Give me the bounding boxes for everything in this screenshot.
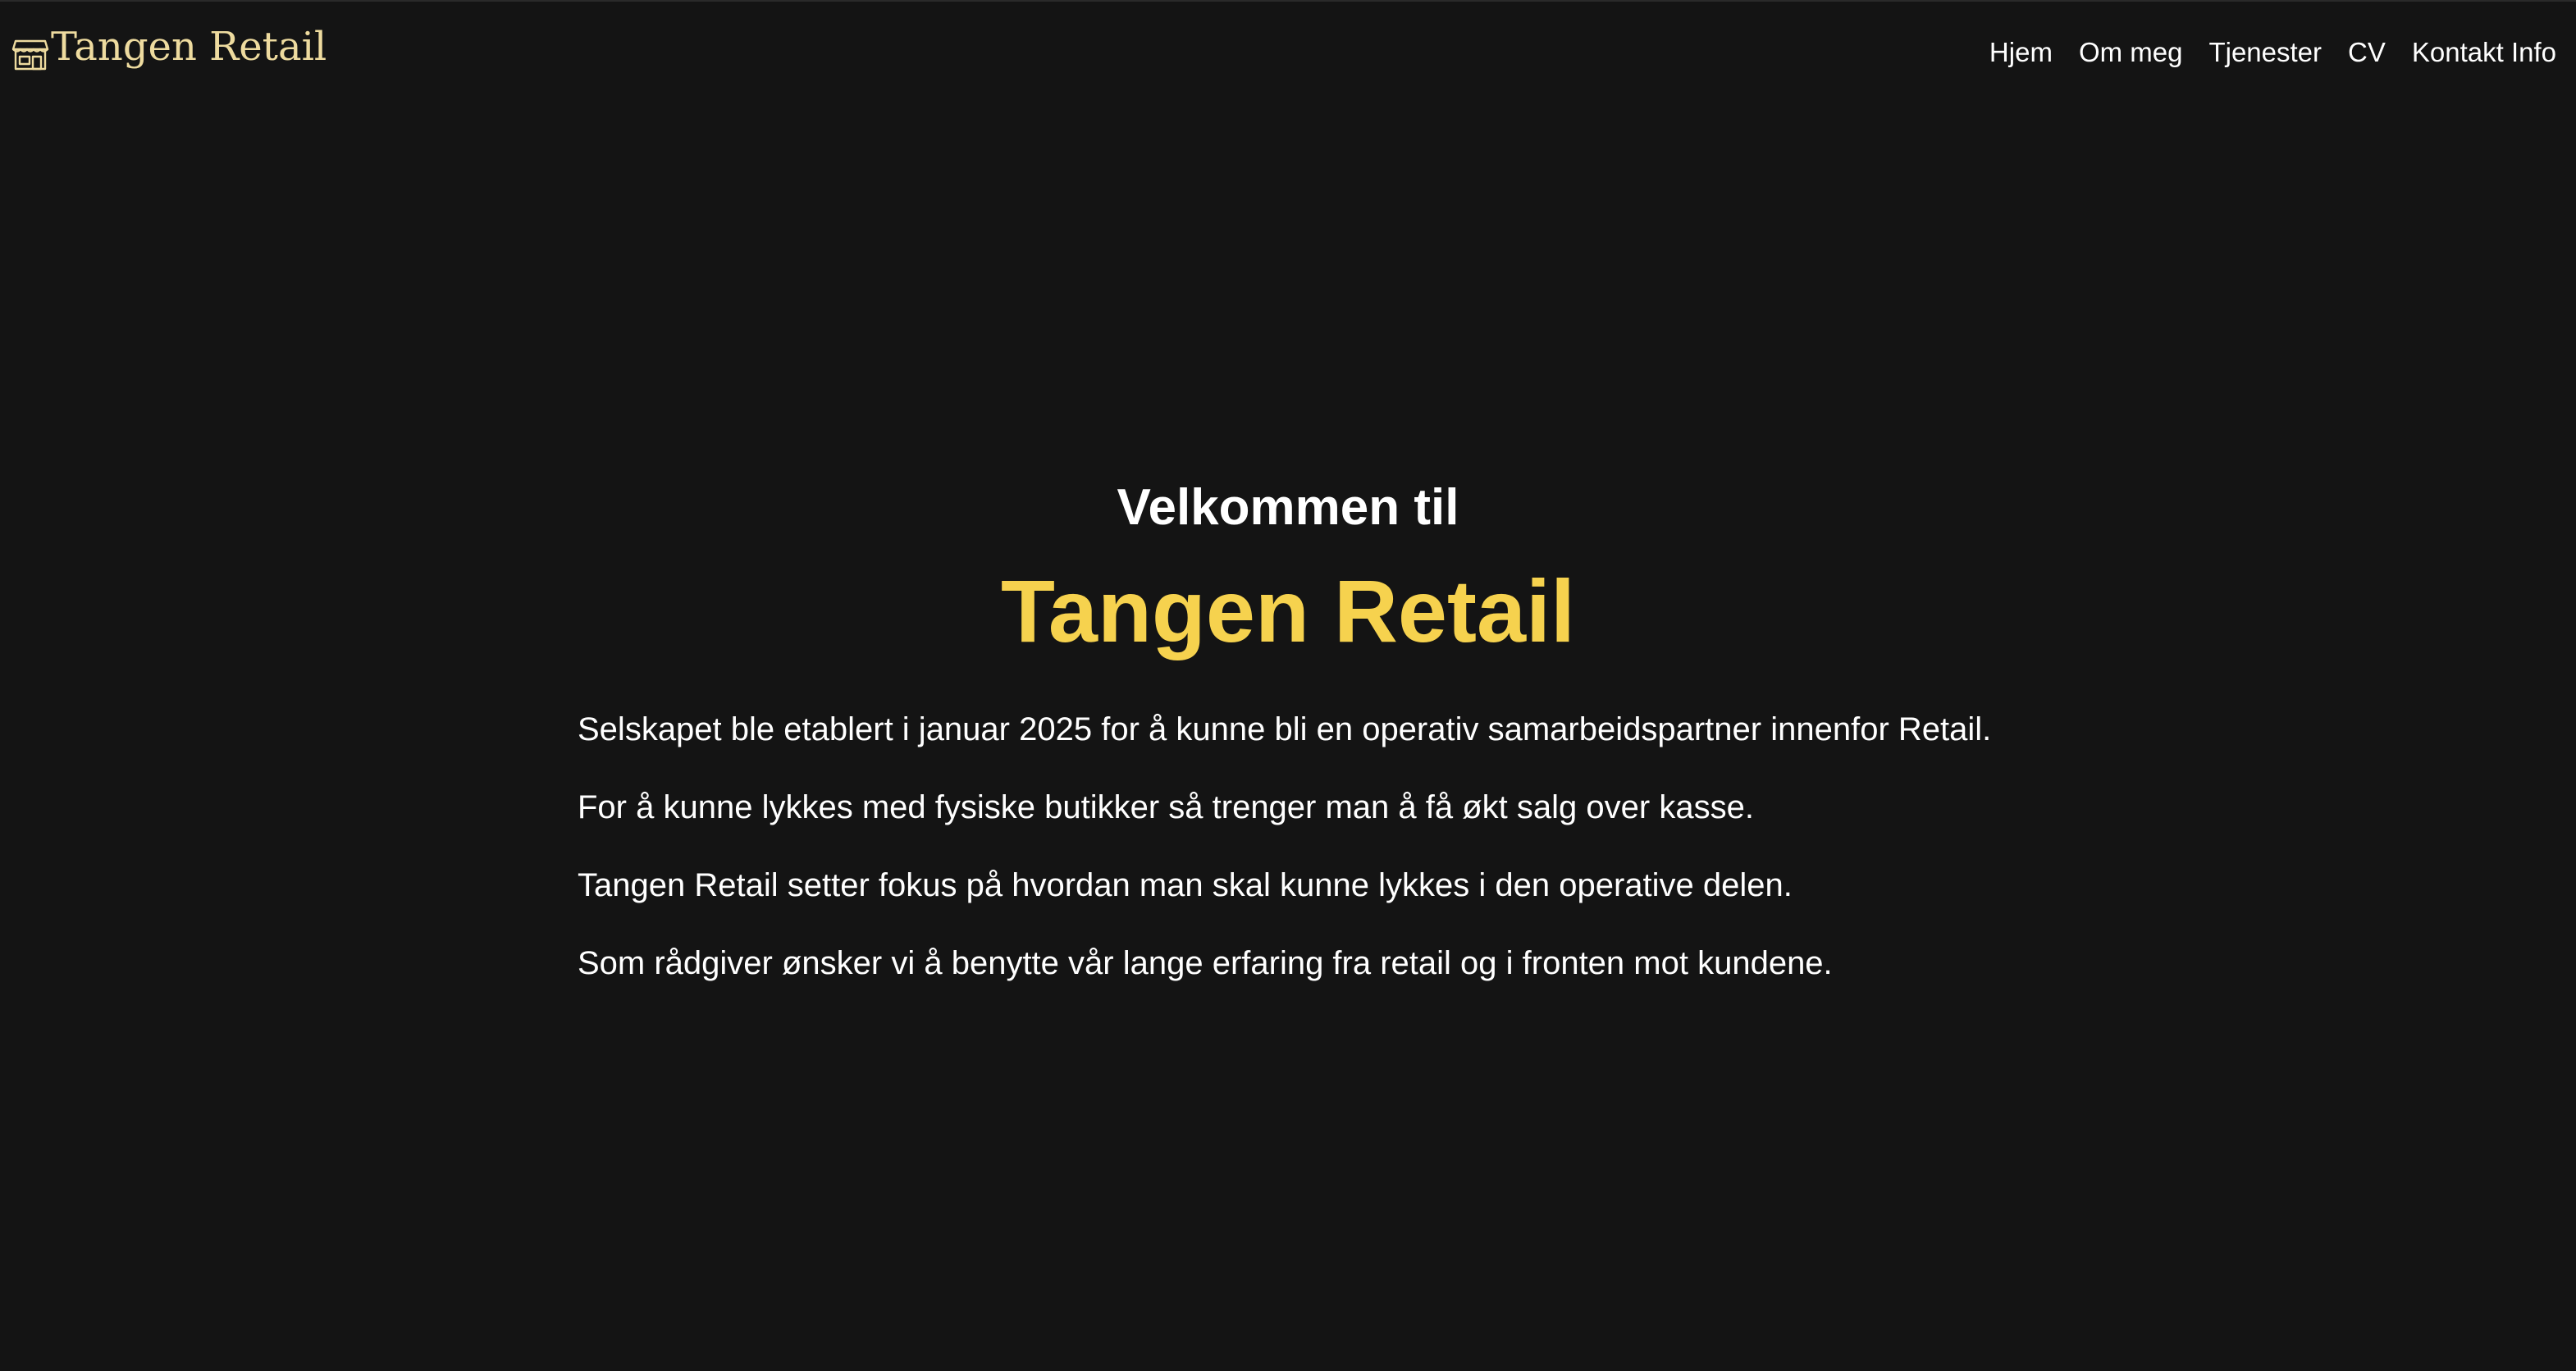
main-nav: Hjem Om meg Tjenester CV Kontakt Info	[1989, 31, 2556, 74]
nav-item-hjem[interactable]: Hjem	[1989, 31, 2053, 74]
brand-logo-link[interactable]: Tangen Retail	[11, 18, 327, 75]
nav-item-tjenester[interactable]: Tjenester	[2208, 31, 2322, 74]
hero-title: Tangen Retail	[1000, 561, 1576, 660]
intro-paragraph: Tangen Retail setter fokus på hvordan ma…	[578, 867, 1793, 903]
hero-kicker: Velkommen til	[1117, 479, 1459, 536]
page: Tangen Retail Hjem Om meg Tjenester CV K…	[0, 0, 2576, 1371]
brand-name: Tangen Retail	[51, 24, 327, 70]
intro-paragraph: For å kunne lykkes med fysiske butikker …	[578, 789, 1754, 825]
intro-paragraph: Som rådgiver ønsker vi å benytte vår lan…	[578, 945, 1833, 981]
intro-paragraph: Selskapet ble etablert i januar 2025 for…	[578, 711, 1992, 747]
nav-item-kontakt-info[interactable]: Kontakt Info	[2412, 31, 2556, 74]
storefront-icon	[11, 30, 49, 71]
site-header: Tangen Retail Hjem Om meg Tjenester CV K…	[0, 2, 2576, 92]
nav-item-cv[interactable]: CV	[2348, 31, 2386, 74]
intro-text: Selskapet ble etablert i januar 2025 for…	[578, 701, 2054, 1012]
nav-item-om-meg[interactable]: Om meg	[2079, 31, 2183, 74]
